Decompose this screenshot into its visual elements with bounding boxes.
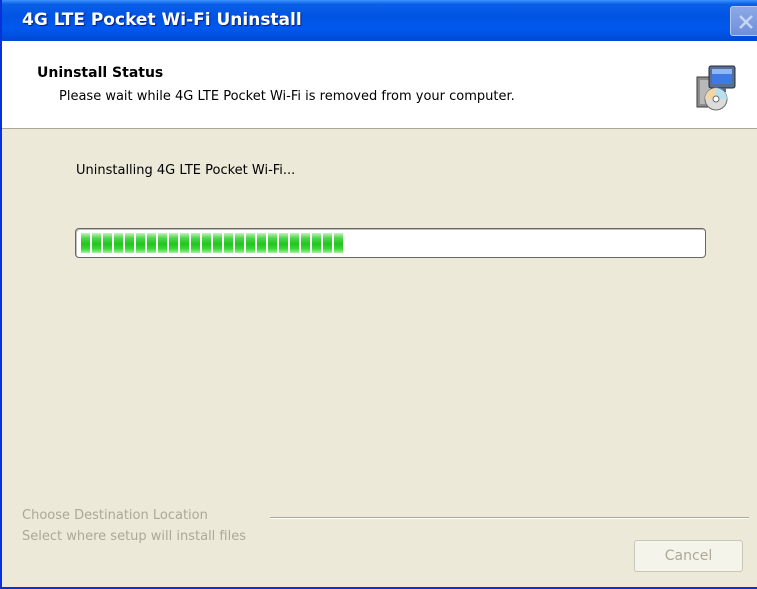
progress-segment [92,233,101,253]
progress-segment [202,233,211,253]
progress-fill [81,233,343,253]
close-icon [739,15,753,29]
title-bar[interactable]: 4G LTE Pocket Wi-Fi Uninstall [2,0,757,41]
progress-segment [279,233,288,253]
progress-segment [180,233,189,253]
group-description: Select where setup will install files [22,529,247,544]
progress-segment [323,233,332,253]
status-text: Uninstalling 4G LTE Pocket Wi-Fi... [76,163,296,178]
progress-segment [224,233,233,253]
progress-segment [257,233,266,253]
window-title: 4G LTE Pocket Wi-Fi Uninstall [22,10,302,30]
progress-segment [235,233,244,253]
progress-segment [213,233,222,253]
progress-segment [334,233,343,253]
progress-segment [312,233,321,253]
progress-segment [125,233,134,253]
progress-segment [246,233,255,253]
header-panel: Uninstall Status Please wait while 4G LT… [2,41,757,129]
progress-segment [158,233,167,253]
progress-segment [301,233,310,253]
separator-line [270,517,749,519]
progress-segment [169,233,178,253]
progress-segment [147,233,156,253]
progress-segment [114,233,123,253]
progress-segment [268,233,277,253]
close-button[interactable] [730,6,757,36]
progress-segment [136,233,145,253]
page-title: Uninstall Status [37,65,164,81]
group-title: Choose Destination Location [22,508,208,523]
progress-segment [290,233,299,253]
uninstall-window: 4G LTE Pocket Wi-Fi Uninstall Uninstall … [0,0,757,589]
progress-segment [103,233,112,253]
progress-segment [191,233,200,253]
progress-segment [81,233,90,253]
cancel-button[interactable]: Cancel [634,540,743,572]
page-subtitle: Please wait while 4G LTE Pocket Wi-Fi is… [59,89,515,104]
uninstall-progress-bar [75,228,706,258]
setup-computer-cd-icon [696,65,736,111]
